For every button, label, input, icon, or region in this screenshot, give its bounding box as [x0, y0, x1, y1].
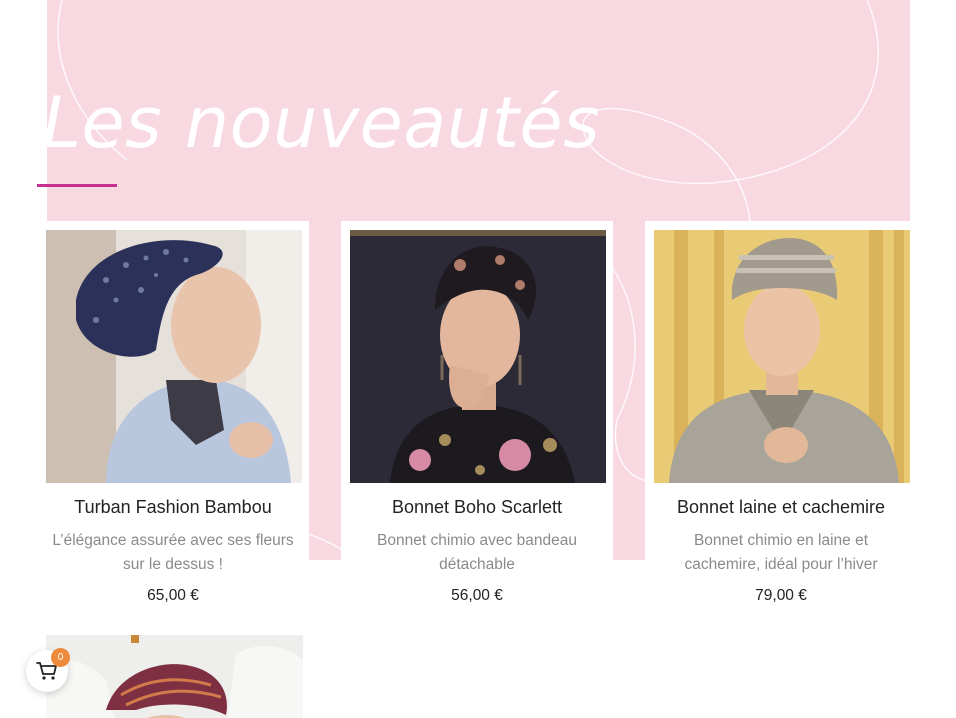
product-description-line: Bonnet chimio avec bandeau [377, 532, 577, 549]
title-underline [37, 184, 117, 187]
product-price: 79,00 € [755, 587, 807, 604]
product-image[interactable] [654, 230, 910, 483]
product-description-line: cachemire, idéal pour l’hiver [684, 556, 878, 573]
product-description: Bonnet chimio en laine et cachemire, idé… [645, 529, 917, 577]
product-image[interactable] [46, 635, 303, 718]
product-name[interactable]: Bonnet Boho Scarlett [341, 497, 613, 518]
product-name[interactable]: Turban Fashion Bambou [37, 497, 309, 518]
product-price: 65,00 € [147, 587, 199, 604]
product-card[interactable]: Turban Fashion Bambou L’élégance assurée… [37, 221, 309, 621]
product-description: L’élégance assurée avec ses fleurs sur l… [37, 529, 309, 577]
turban-scarf-portrait-image [46, 635, 303, 718]
product-description-line: Bonnet chimio en laine et [693, 532, 869, 549]
cart-count-badge: 0 [51, 648, 70, 667]
page: Les nouveautés Turban Fashion Bambou L’é… [0, 0, 956, 718]
product-description: Bonnet chimio avec bandeau détachable [341, 529, 613, 577]
product-price: 56,00 € [451, 587, 503, 604]
product-name[interactable]: Bonnet laine et cachemire [645, 497, 917, 518]
product-description-line: détachable [439, 556, 515, 573]
turban-portrait-image [46, 230, 302, 483]
product-description-line: L’élégance assurée avec ses fleurs [52, 532, 294, 549]
wool-bonnet-portrait-image [654, 230, 910, 483]
boho-bonnet-portrait-image [350, 230, 606, 483]
product-card[interactable]: Bonnet Boho Scarlett Bonnet chimio avec … [341, 221, 613, 621]
product-card[interactable]: Bonnet laine et cachemire Bonnet chimio … [645, 221, 917, 621]
section-title: Les nouveautés [42, 82, 601, 164]
product-image[interactable] [46, 230, 302, 483]
product-description-line: sur le dessus ! [123, 556, 223, 573]
product-image[interactable] [350, 230, 606, 483]
